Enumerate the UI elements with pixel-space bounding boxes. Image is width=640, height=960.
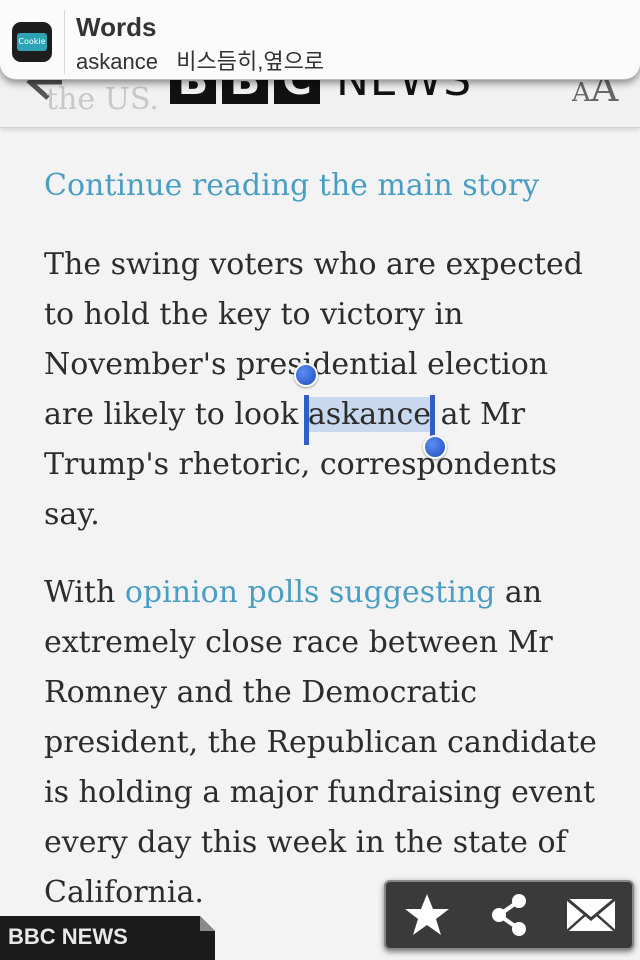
selection-start-handle[interactable] xyxy=(303,395,309,445)
paragraph-text: an extremely close race between Mr Romne… xyxy=(44,575,597,910)
mail-button[interactable] xyxy=(563,887,619,943)
text-size-small: A xyxy=(572,78,591,108)
selected-word[interactable]: askance xyxy=(293,363,448,459)
bbc-news-tag: BBC NEWS xyxy=(0,916,215,960)
continue-reading-link[interactable]: Continue reading the main story xyxy=(44,160,604,212)
article-body: Continue reading the main story The swin… xyxy=(44,160,604,918)
bbc-news-tag-label: BBC NEWS xyxy=(8,924,128,949)
mail-icon xyxy=(566,897,616,932)
opinion-polls-link[interactable]: opinion polls suggesting xyxy=(125,575,496,610)
star-icon xyxy=(405,894,449,935)
article-paragraph: The swing voters who are expected to hol… xyxy=(44,240,604,540)
divider xyxy=(64,10,65,74)
notification-title: Words xyxy=(76,12,157,42)
share-button[interactable] xyxy=(481,887,537,943)
selected-word-text: askance xyxy=(307,397,432,432)
app-icon-label: Cookie xyxy=(17,33,47,51)
notification-body: askance 비스듬히,옆으로 xyxy=(76,49,325,74)
favorite-button[interactable] xyxy=(399,887,455,943)
paragraph-text: With xyxy=(44,575,125,610)
action-toolbar xyxy=(384,880,634,950)
page-curl-corner xyxy=(200,916,215,931)
article-paragraph: With opinion polls suggesting an extreme… xyxy=(44,568,604,918)
notification-banner[interactable]: Cookie Words askance 비스듬히,옆으로 xyxy=(0,0,640,80)
selection-start-knob[interactable] xyxy=(293,363,318,387)
app-icon: Cookie xyxy=(12,22,52,62)
selection-end-knob[interactable] xyxy=(423,435,448,459)
faded-article-text: the US. xyxy=(46,82,159,117)
share-icon xyxy=(492,894,526,936)
